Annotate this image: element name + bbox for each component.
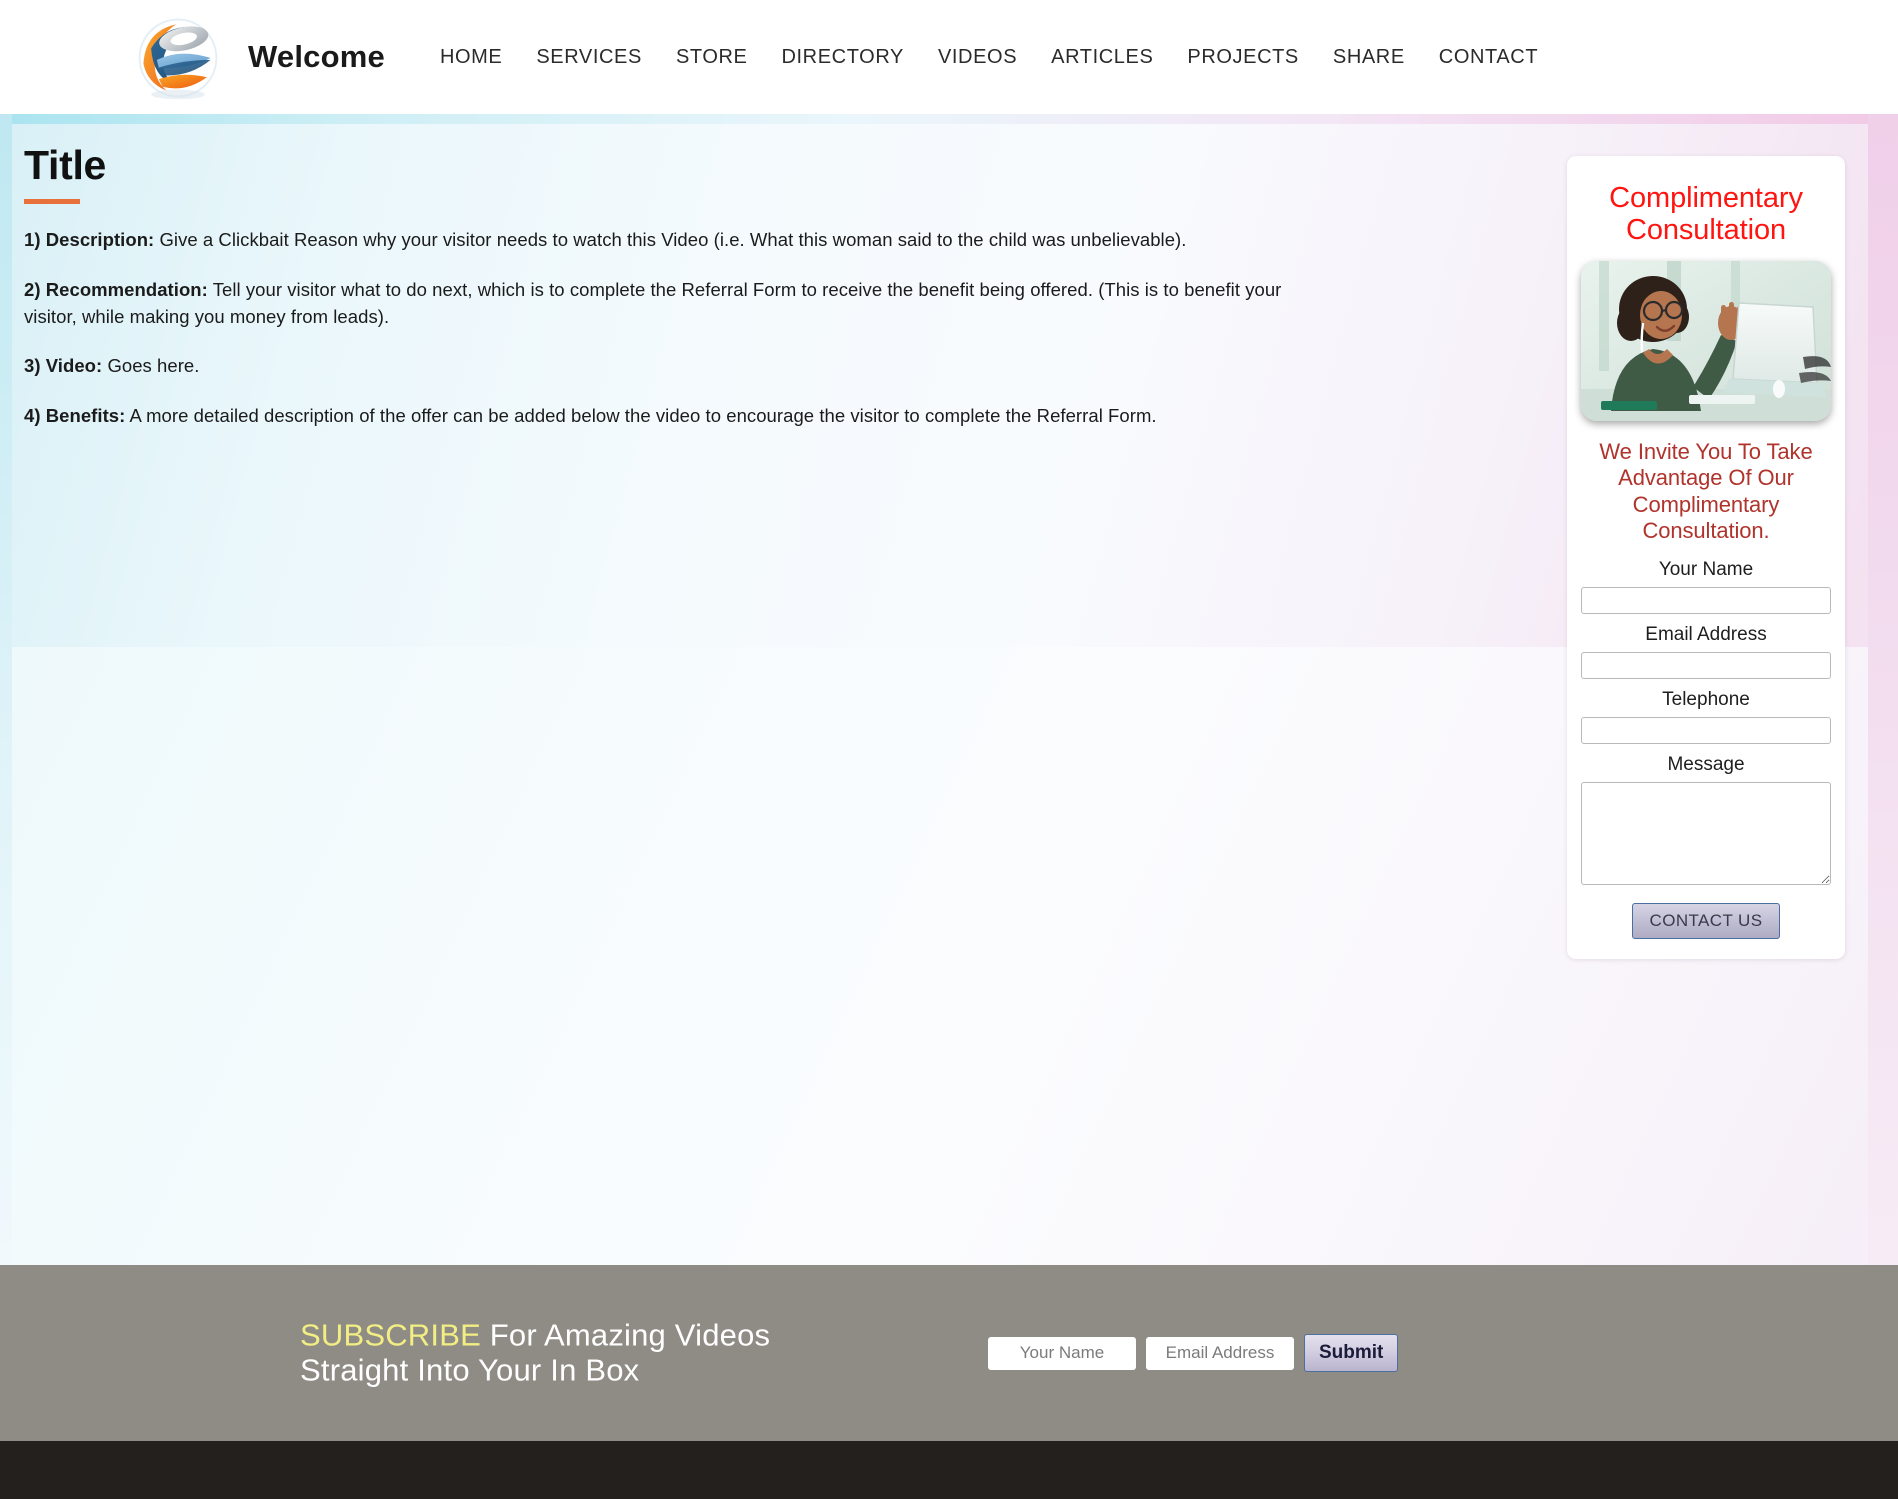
label-your-name: Your Name: [1658, 558, 1754, 580]
paragraph-description-text: Give a Clickbait Reason why your visitor…: [154, 229, 1187, 251]
brand-title: Welcome: [248, 39, 385, 74]
paragraph-recommendation-text: Tell your visitor what to do next, which…: [24, 278, 1282, 327]
nav-item-directory[interactable]: DIRECTORY: [764, 40, 920, 75]
subscribe-form: Submit: [988, 1334, 1399, 1372]
label-email-address: Email Address: [1645, 623, 1767, 645]
nav-item-share[interactable]: SHARE: [1316, 40, 1422, 75]
paragraph-benefits-text: A more detailed description of the offer…: [125, 405, 1157, 427]
paragraph-recommendation-label: 2) Recommendation:: [24, 278, 208, 300]
content-band: Title 1) Description: Give a Clickbait R…: [0, 114, 1898, 1265]
nav-item-home[interactable]: HOME: [423, 40, 519, 75]
main-navigation: HOME SERVICES STORE DIRECTORY VIDEOS ART…: [423, 40, 1555, 75]
paragraph-video-label: 3) Video:: [24, 355, 103, 377]
page-title: Title: [24, 142, 107, 188]
main-content-column: Title 1) Description: Give a Clickbait R…: [24, 142, 1289, 453]
nav-item-services[interactable]: SERVICES: [519, 40, 659, 75]
paragraph-description: 1) Description: Give a Clickbait Reason …: [24, 227, 1289, 254]
consultation-heading: Complimentary Consultation: [1609, 182, 1803, 247]
consultation-invite-text: We Invite You To Take Advantage Of Our C…: [1599, 438, 1813, 544]
contact-us-button[interactable]: CONTACT US: [1631, 902, 1781, 939]
subscribe-line2: Straight Into Your In Box: [300, 1352, 640, 1387]
nav-item-contact[interactable]: CONTACT: [1422, 40, 1555, 75]
band-left-gradient: [0, 114, 12, 1265]
input-email-address[interactable]: [1581, 651, 1831, 679]
title-accent-rule: [24, 199, 80, 205]
nav-item-store[interactable]: STORE: [659, 40, 765, 75]
label-telephone: Telephone: [1662, 688, 1750, 710]
nav-item-projects[interactable]: PROJECTS: [1170, 40, 1315, 75]
subscribe-name-input[interactable]: [988, 1336, 1136, 1370]
band-top-gradient: [0, 114, 1898, 124]
subscribe-highlight-word: SUBSCRIBE: [300, 1317, 481, 1353]
subscribe-email-input[interactable]: [1146, 1336, 1294, 1370]
paragraph-benefits: 4) Benefits: A more detailed description…: [24, 403, 1289, 430]
subscribe-submit-button[interactable]: Submit: [1304, 1334, 1399, 1372]
bottom-strip: [0, 1441, 1898, 1499]
label-message: Message: [1667, 753, 1745, 775]
subscribe-line1-rest: For Amazing Videos: [480, 1317, 771, 1353]
globe-swirl-logo[interactable]: [130, 10, 226, 106]
band-right-gradient: [1868, 114, 1898, 1265]
woman-waving-at-laptop-photo: [1581, 260, 1831, 421]
paragraph-benefits-label: 4) Benefits:: [24, 405, 126, 427]
input-telephone[interactable]: [1581, 716, 1831, 744]
paragraph-recommendation: 2) Recommendation: Tell your visitor wha…: [24, 277, 1289, 331]
nav-item-videos[interactable]: VIDEOS: [921, 40, 1034, 75]
paragraph-description-label: 1) Description:: [24, 229, 155, 251]
subscribe-headline: SUBSCRIBE For Amazing Videos Straight In…: [300, 1317, 771, 1387]
site-header: Welcome HOME SERVICES STORE DIRECTORY VI…: [0, 0, 1898, 114]
input-message[interactable]: [1581, 781, 1831, 885]
input-your-name[interactable]: [1581, 586, 1831, 614]
paragraph-video: 3) Video: Goes here.: [24, 353, 1289, 380]
nav-item-articles[interactable]: ARTICLES: [1034, 40, 1170, 75]
paragraph-video-text: Goes here.: [102, 355, 200, 377]
consultation-card: Complimentary Consultation We Invite You…: [1567, 156, 1845, 959]
subscribe-bar: SUBSCRIBE For Amazing Videos Straight In…: [0, 1265, 1898, 1441]
